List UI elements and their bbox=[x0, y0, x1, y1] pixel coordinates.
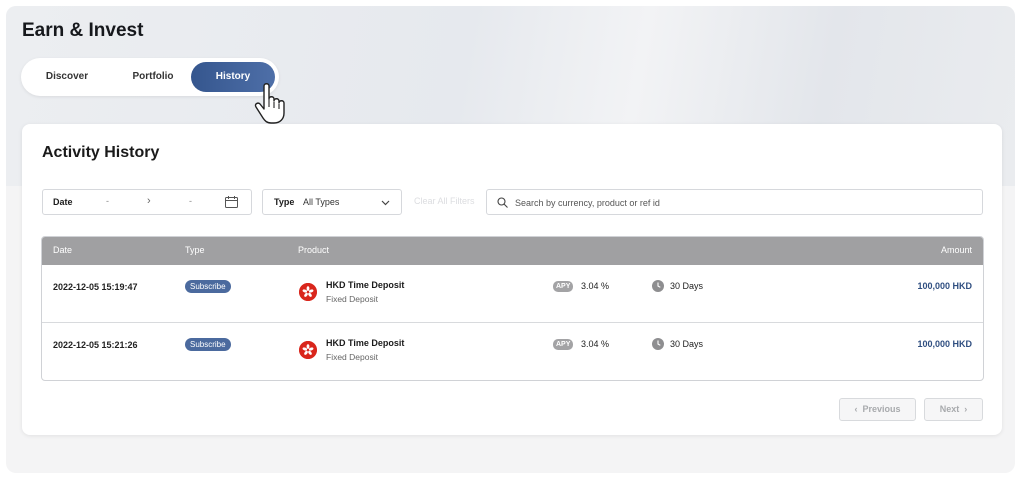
product-subtitle: Fixed Deposit bbox=[326, 294, 378, 304]
type-badge: Subscribe bbox=[185, 338, 231, 351]
apy-value: 3.04 % bbox=[581, 281, 610, 291]
apy-badge: APY bbox=[553, 281, 574, 292]
header-date: Date bbox=[53, 245, 73, 255]
product-name: HKD Time Deposit bbox=[326, 280, 405, 290]
header-amount: Amount bbox=[940, 245, 972, 255]
product-name: HKD Time Deposit bbox=[326, 338, 405, 348]
activity-table: Date Type Product Amount 2022-12-05 15:1… bbox=[41, 236, 984, 381]
hand-cursor-icon bbox=[254, 83, 285, 124]
date-to-field[interactable]: - bbox=[189, 196, 192, 206]
apy-value: 3.04 % bbox=[581, 339, 610, 349]
apy-badge: APY bbox=[553, 339, 574, 350]
amount-value: 100,000 HKD bbox=[917, 281, 972, 291]
search-input[interactable] bbox=[515, 194, 975, 211]
tab-discover[interactable]: Discover bbox=[27, 62, 107, 92]
term-value: 30 Days bbox=[670, 339, 704, 349]
previous-page-button[interactable]: ‹ Previous bbox=[839, 398, 916, 421]
previous-label: Previous bbox=[862, 404, 901, 414]
page-title: Earn & Invest bbox=[22, 20, 144, 41]
arrow-right-icon: › bbox=[147, 195, 151, 207]
next-page-button[interactable]: Next › bbox=[924, 398, 983, 421]
search-icon bbox=[497, 197, 508, 208]
row-date: 2022-12-05 15:19:47 bbox=[53, 282, 138, 292]
hk-flag-icon bbox=[299, 283, 317, 301]
header-product: Product bbox=[298, 245, 330, 255]
next-label: Next bbox=[939, 404, 960, 414]
type-badge: Subscribe bbox=[185, 280, 231, 293]
product-subtitle: Fixed Deposit bbox=[326, 352, 378, 362]
tab-bar: Discover Portfolio History bbox=[21, 58, 279, 96]
term-value: 30 Days bbox=[670, 281, 704, 291]
type-filter-value: All Types bbox=[303, 197, 340, 207]
table-row[interactable]: 2022-12-05 15:19:47 Subscribe HKD Time D… bbox=[42, 265, 983, 323]
hk-flag-icon bbox=[299, 341, 317, 359]
chevron-right-icon: › bbox=[959, 404, 968, 414]
type-filter-select[interactable]: Type All Types bbox=[262, 189, 402, 215]
date-filter-label: Date bbox=[53, 197, 73, 207]
date-from-field[interactable]: - bbox=[106, 196, 109, 206]
row-date: 2022-12-05 15:21:26 bbox=[53, 340, 138, 350]
app-frame: Earn & Invest Discover Portfolio History… bbox=[6, 6, 1015, 473]
clock-icon bbox=[652, 280, 664, 292]
date-range-filter[interactable]: Date - › - bbox=[42, 189, 252, 215]
table-header: Date Type Product Amount bbox=[42, 237, 983, 265]
activity-history-card: Activity History Date - › - Type All Typ… bbox=[22, 124, 1002, 435]
chevron-down-icon bbox=[381, 200, 390, 206]
tab-portfolio[interactable]: Portfolio bbox=[113, 62, 193, 92]
calendar-icon[interactable] bbox=[225, 196, 238, 208]
header-type: Type bbox=[185, 245, 205, 255]
table-row[interactable]: 2022-12-05 15:21:26 Subscribe HKD Time D… bbox=[42, 323, 983, 380]
card-title: Activity History bbox=[42, 144, 160, 161]
amount-value: 100,000 HKD bbox=[917, 339, 972, 349]
clear-filters-button[interactable]: Clear All Filters bbox=[414, 196, 475, 206]
search-field[interactable] bbox=[486, 189, 983, 215]
type-filter-label: Type bbox=[274, 197, 295, 207]
clock-icon bbox=[652, 338, 664, 350]
